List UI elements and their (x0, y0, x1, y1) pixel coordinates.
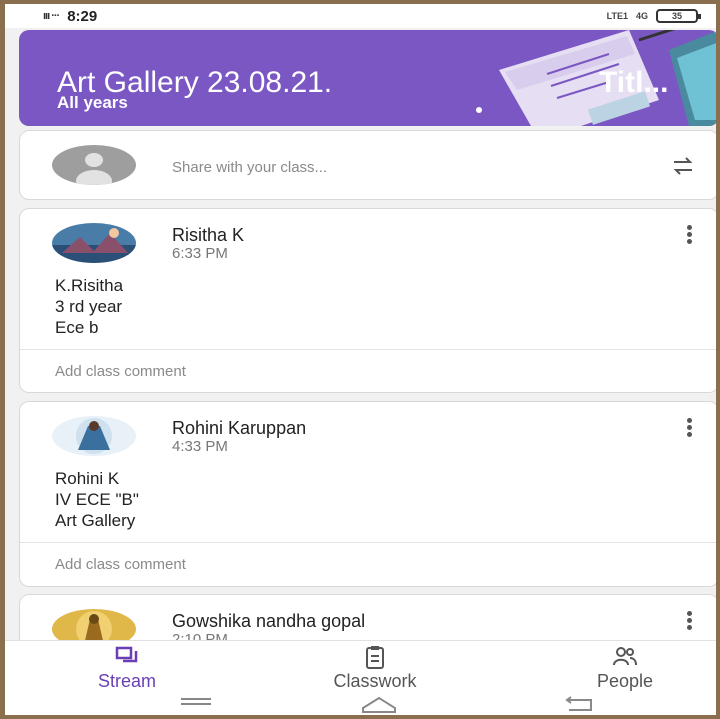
more-options-icon[interactable] (684, 418, 694, 438)
back-icon[interactable] (561, 696, 597, 712)
post-line: Art Gallery (55, 511, 136, 530)
status-bar: ııı ··· 8:29 LTE1 4G 35 (5, 4, 716, 28)
post-time: 4:33 PM (172, 438, 228, 455)
post-author: Rohini Karuppan (172, 418, 307, 438)
signal-icon: ııı ··· (43, 10, 60, 22)
divider (20, 542, 716, 543)
more-options-icon[interactable] (684, 225, 694, 245)
class-title-secondary: Titl... (599, 66, 669, 99)
post-body: Rohini K IV ECE "B" Art Gallery (55, 468, 139, 531)
post-time: 6:33 PM (172, 245, 228, 262)
nav-stream-label: Stream (97, 671, 157, 691)
network-4g-label: 4G (635, 11, 648, 21)
clipboard-icon (366, 646, 384, 669)
user-avatar-placeholder (52, 145, 136, 185)
post-line: K.Risitha (55, 276, 124, 295)
post-author: Risitha K (172, 225, 245, 245)
network-label: LTE1 (606, 11, 628, 21)
stream-icon (115, 646, 138, 663)
home-icon[interactable] (359, 694, 399, 714)
post-line: IV ECE "B" (55, 490, 139, 509)
class-header-banner[interactable]: Art Gallery 23.08.21. Titl... All years (19, 30, 716, 126)
system-navigation-bar (5, 692, 716, 715)
nav-stream[interactable]: Stream (77, 645, 177, 692)
post-line: Rohini K (55, 469, 120, 488)
class-subtitle: All years (57, 93, 128, 112)
nav-classwork[interactable]: Classwork (300, 645, 450, 692)
post-body: K.Risitha 3 rd year Ece b (55, 275, 123, 338)
stream-post[interactable]: Rohini Karuppan 4:33 PM Rohini K IV ECE … (19, 401, 716, 587)
notebook-illustration (476, 30, 716, 126)
share-with-class-card[interactable]: Share with your class... (19, 130, 716, 200)
post-line: Ece b (55, 318, 99, 337)
battery-icon: 35 (656, 9, 701, 23)
nav-people[interactable]: People (575, 645, 675, 692)
repost-icon[interactable] (670, 153, 696, 179)
post-author: Gowshika nandha gopal (172, 611, 366, 631)
author-avatar[interactable] (52, 416, 136, 456)
share-input[interactable]: Share with your class... (172, 159, 327, 176)
people-icon (613, 647, 637, 666)
nav-people-label: People (596, 671, 654, 691)
stream-post[interactable]: Risitha K 6:33 PM K.Risitha 3 rd year Ec… (19, 208, 716, 393)
bottom-navigation: Stream Classwork People (5, 640, 716, 692)
divider (20, 349, 716, 350)
add-class-comment[interactable]: Add class comment (55, 363, 186, 380)
post-line: 3 rd year (55, 297, 123, 316)
app-screen: ııı ··· 8:29 LTE1 4G 35 Art Gallery 23.0… (5, 4, 716, 715)
more-options-icon[interactable] (684, 611, 694, 631)
battery-level: 35 (671, 11, 682, 21)
add-class-comment[interactable]: Add class comment (55, 556, 186, 573)
recent-apps-icon[interactable] (181, 698, 211, 710)
author-avatar[interactable] (52, 223, 136, 263)
status-time: 8:29 (67, 7, 98, 25)
nav-classwork-label: Classwork (333, 671, 417, 691)
